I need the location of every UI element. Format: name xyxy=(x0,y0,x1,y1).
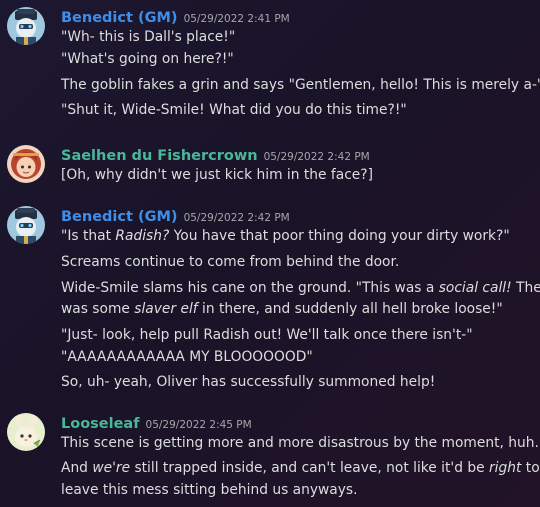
redhead-girl-avatar[interactable] xyxy=(7,145,45,183)
message-line: "Wh- this is Dall's place!" xyxy=(61,29,236,45)
italic-text: slaver elf xyxy=(134,301,198,317)
message-header: Looseleaf 05/29/2022 2:45 PM xyxy=(61,414,252,434)
message-line: "AAAAAAAAAAAA MY BLOOOOOOD" xyxy=(61,349,313,365)
text-run: And xyxy=(61,460,93,476)
message-line: [Oh, why didn't we just kick him in the … xyxy=(61,167,374,183)
text-run: was some xyxy=(61,301,135,317)
timestamp: 05/29/2022 2:42 PM xyxy=(183,212,290,224)
robot-knight-avatar[interactable] xyxy=(7,7,45,45)
text-run: "Is that xyxy=(61,228,116,244)
message-line: leave this mess sitting behind us anyway… xyxy=(61,482,358,498)
author-name[interactable]: Looseleaf xyxy=(61,416,140,432)
chat-feed: Benedict (GM) 05/29/2022 2:41 PM "Wh- thi… xyxy=(0,0,540,507)
italic-text: we're xyxy=(92,460,131,476)
message-line: This scene is getting more and more disa… xyxy=(61,435,539,451)
message-header: Benedict (GM) 05/29/2022 2:41 PM xyxy=(61,8,290,28)
message-line: And we're still trapped inside, and can'… xyxy=(61,458,540,478)
message-header: Benedict (GM) 05/29/2022 2:42 PM xyxy=(61,207,290,227)
rabbit-avatar[interactable] xyxy=(7,413,45,451)
timestamp: 05/29/2022 2:41 PM xyxy=(183,13,290,25)
timestamp: 05/29/2022 2:45 PM xyxy=(145,419,252,431)
message-line: was some slaver elf in there, and sudden… xyxy=(61,299,533,319)
text-run: You have that poor thing doing your dirt… xyxy=(169,228,510,244)
message-line: "What's going on here?!" xyxy=(61,51,234,67)
italic-text: right xyxy=(488,460,522,476)
message-line: "Just- look, help pull Radish out! We'll… xyxy=(61,327,473,343)
message-line: So, uh- yeah, Oliver has successfully su… xyxy=(61,374,436,390)
message-line: Wide-Smile slams his cane on the ground.… xyxy=(61,278,540,298)
author-name[interactable]: Benedict (GM) xyxy=(61,10,178,26)
text-run: to xyxy=(521,460,540,476)
message-line: "Is that Radish? You have that poor thin… xyxy=(61,226,533,246)
message-line: The goblin fakes a grin and says "Gentle… xyxy=(61,77,540,93)
timestamp: 05/29/2022 2:42 PM xyxy=(263,151,370,163)
text-run: Wide-Smile slams his cane on the ground.… xyxy=(61,280,439,296)
text-run: in there, and suddenly all hell broke lo… xyxy=(197,301,503,317)
text-run: still trapped inside, and can't leave, n… xyxy=(130,460,489,476)
author-name[interactable]: Saelhen du Fishercrown xyxy=(61,148,258,164)
robot-knight-avatar[interactable] xyxy=(7,206,45,244)
author-name[interactable]: Benedict (GM) xyxy=(61,209,178,225)
message-line: Screams continue to come from behind the… xyxy=(61,254,400,270)
message-line: "Shut it, Wide-Smile! What did you do th… xyxy=(61,102,407,118)
text-run: There xyxy=(516,280,540,296)
italic-text: social call! xyxy=(438,280,512,296)
message-header: Saelhen du Fishercrown 05/29/2022 2:42 PM xyxy=(61,146,370,166)
italic-text: Radish? xyxy=(115,228,170,244)
